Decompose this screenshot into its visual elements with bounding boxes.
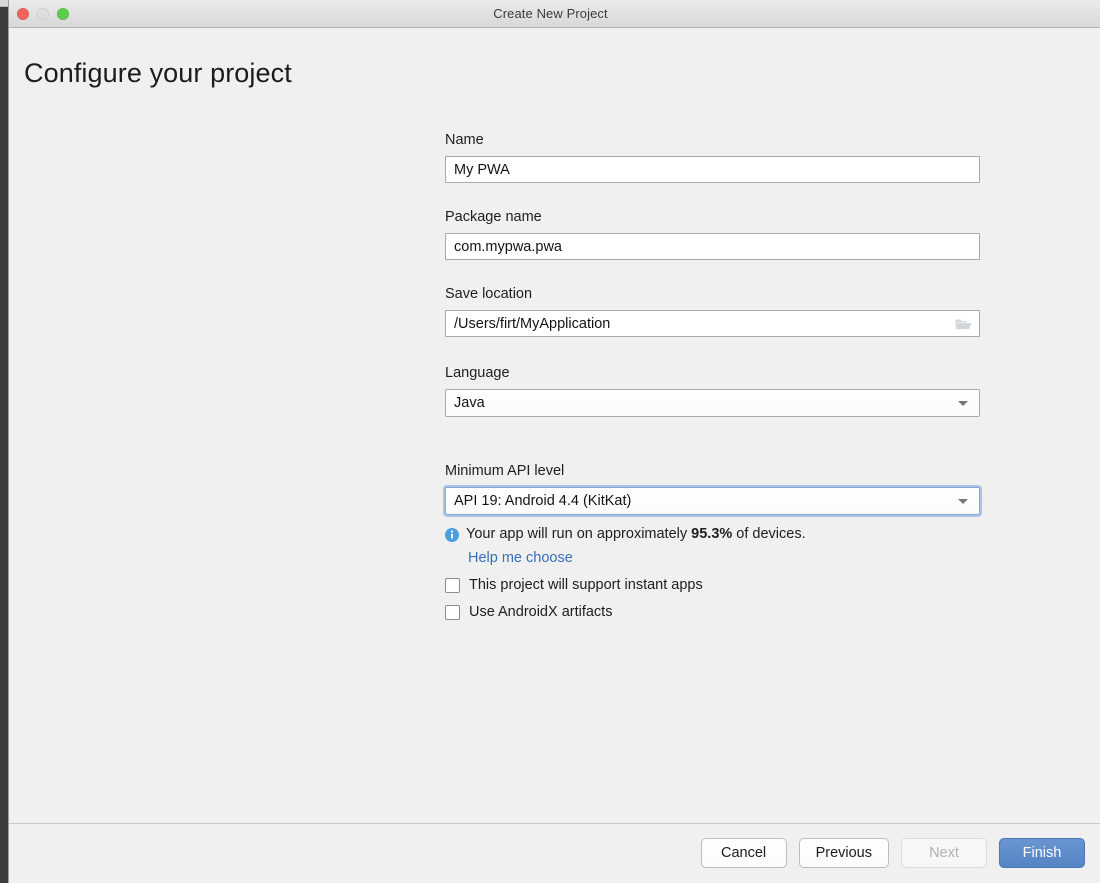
- zoom-button[interactable]: [57, 8, 69, 20]
- field-label-language: Language: [445, 365, 980, 381]
- checkbox-row-androidx[interactable]: Use AndroidX artifacts: [445, 604, 980, 620]
- name-input-value: My PWA: [454, 162, 971, 178]
- spacer: [445, 260, 980, 286]
- device-coverage-note: Your app will run on approximately 95.3%…: [445, 526, 980, 546]
- dialog-footer: Cancel Previous Next Finish: [9, 824, 1100, 882]
- coverage-text-after: of devices.: [732, 526, 805, 542]
- info-icon: [445, 528, 459, 546]
- spacer: [445, 183, 980, 209]
- field-label-min-api-level: Minimum API level: [445, 463, 980, 479]
- page-title: Configure your project: [24, 58, 292, 89]
- field-min-api-level: Minimum API level API 19: Android 4.4 (K…: [445, 463, 980, 515]
- window-controls: [17, 8, 69, 20]
- field-package-name: Package name com.mypwa.pwa: [445, 209, 980, 260]
- field-language: Language Java: [445, 365, 980, 417]
- min-api-level-dropdown[interactable]: API 19: Android 4.4 (KitKat): [445, 487, 980, 515]
- folder-icon[interactable]: [953, 315, 973, 333]
- spacer: [445, 417, 980, 463]
- help-me-choose-link[interactable]: Help me choose: [468, 550, 980, 566]
- save-location-input-value: /Users/firt/MyApplication: [454, 316, 953, 332]
- min-api-level-dropdown-value: API 19: Android 4.4 (KitKat): [454, 493, 958, 509]
- language-dropdown-value: Java: [454, 395, 958, 411]
- device-coverage-text: Your app will run on approximately 95.3%…: [466, 526, 806, 542]
- save-location-input[interactable]: /Users/firt/MyApplication: [445, 310, 980, 337]
- chevron-down-icon: [958, 499, 968, 504]
- androidx-label: Use AndroidX artifacts: [469, 604, 612, 620]
- package-name-input[interactable]: com.mypwa.pwa: [445, 233, 980, 260]
- dialog-content: Configure your project Name My PWA Packa…: [9, 28, 1100, 824]
- chevron-down-icon: [958, 401, 968, 406]
- window-title: Create New Project: [9, 6, 1100, 21]
- coverage-percent: 95.3%: [691, 526, 732, 542]
- coverage-text-before: Your app will run on approximately: [466, 526, 691, 542]
- field-label-save-location: Save location: [445, 286, 980, 302]
- minimize-button[interactable]: [37, 8, 49, 20]
- language-dropdown[interactable]: Java: [445, 389, 980, 417]
- previous-button[interactable]: Previous: [799, 838, 889, 868]
- instant-apps-checkbox[interactable]: [445, 578, 460, 593]
- finish-button[interactable]: Finish: [999, 838, 1085, 868]
- name-input[interactable]: My PWA: [445, 156, 980, 183]
- field-label-package-name: Package name: [445, 209, 980, 225]
- next-button: Next: [901, 838, 987, 868]
- package-name-input-value: com.mypwa.pwa: [454, 239, 971, 255]
- cancel-button[interactable]: Cancel: [701, 838, 787, 868]
- dialog-titlebar[interactable]: Create New Project: [9, 0, 1100, 28]
- field-name: Name My PWA: [445, 132, 980, 183]
- field-label-name: Name: [445, 132, 980, 148]
- close-button[interactable]: [17, 8, 29, 20]
- androidx-checkbox[interactable]: [445, 605, 460, 620]
- spacer: [445, 337, 980, 365]
- field-save-location: Save location /Users/firt/MyApplication: [445, 286, 980, 337]
- instant-apps-label: This project will support instant apps: [469, 577, 703, 593]
- project-configuration-form: Name My PWA Package name com.mypwa.pwa S…: [445, 132, 980, 620]
- checkbox-row-instant-apps[interactable]: This project will support instant apps: [445, 577, 980, 593]
- create-new-project-dialog: Create New Project Configure your projec…: [8, 0, 1100, 883]
